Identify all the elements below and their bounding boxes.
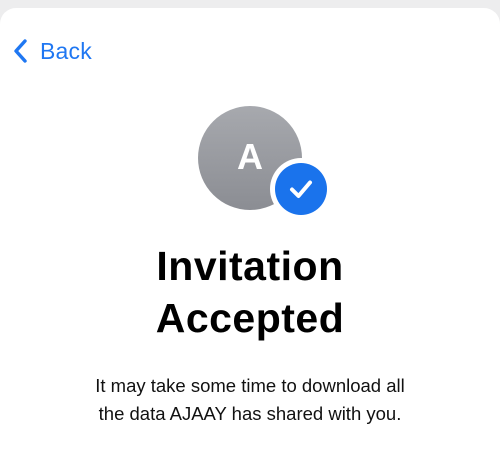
info-message: It may take some time to download all th… [30,372,470,428]
page-title: Invitation Accepted [0,240,500,344]
back-label: Back [40,37,92,64]
message-line-1: It may take some time to download all [95,375,405,396]
message-line-2: the data AJAAY has shared with you. [98,403,402,424]
title-line-2: Accepted [155,295,345,341]
avatar-initial: A [237,136,263,177]
accepted-badge [270,158,332,220]
invitation-sheet: Back A Invitation Accepted It may take s… [0,8,500,452]
avatar-group: A [198,106,334,220]
title-line-1: Invitation [156,243,344,289]
checkmark-icon [275,163,327,215]
back-button[interactable]: Back [12,35,92,67]
chevron-left-icon [12,37,30,65]
